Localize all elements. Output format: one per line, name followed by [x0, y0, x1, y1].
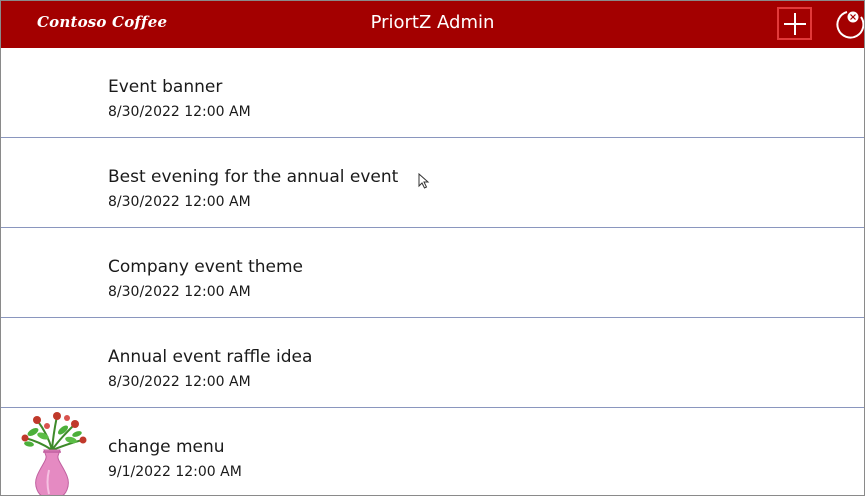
item-title: Best evening for the annual event: [108, 167, 399, 187]
item-date: 8/30/2022 12:00 AM: [108, 194, 251, 210]
app-window: Contoso Coffee PriortZ Admin Event banne…: [0, 0, 865, 496]
item-date: 8/30/2022 12:00 AM: [108, 374, 251, 390]
flower-vase-thumbnail: [21, 412, 87, 495]
app-header: Contoso Coffee PriortZ Admin: [1, 1, 864, 48]
list-item[interactable]: Annual event raffle idea 8/30/2022 12:00…: [1, 318, 864, 408]
item-date: 8/30/2022 12:00 AM: [108, 284, 251, 300]
list-item[interactable]: Company event theme 8/30/2022 12:00 AM: [1, 228, 864, 318]
refresh-button[interactable]: [833, 8, 864, 42]
item-title: Company event theme: [108, 257, 304, 277]
item-date: 8/30/2022 12:00 AM: [108, 104, 251, 120]
item-title: Event banner: [108, 77, 223, 97]
list-item[interactable]: Best evening for the annual event 8/30/2…: [1, 138, 864, 228]
refresh-icon: [836, 10, 864, 39]
item-title: change menu: [108, 437, 225, 457]
list-item[interactable]: Event banner 8/30/2022 12:00 AM: [1, 48, 864, 138]
item-title: Annual event raffle idea: [108, 347, 313, 367]
mouse-cursor-icon: [418, 173, 430, 189]
add-item-button[interactable]: [777, 7, 812, 40]
item-gallery: Event banner 8/30/2022 12:00 AM Best eve…: [1, 48, 864, 495]
item-date: 9/1/2022 12:00 AM: [108, 464, 242, 480]
plus-icon: [784, 13, 806, 35]
list-item[interactable]: change menu 9/1/2022 12:00 AM: [1, 408, 864, 495]
page-title: PriortZ Admin: [370, 12, 495, 33]
